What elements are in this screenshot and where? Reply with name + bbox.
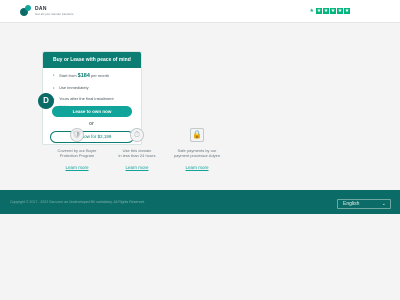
trustpilot-star-icon: ★ — [309, 7, 314, 14]
feature-safe-payments: 🔒 Safe payments by our payment processor … — [162, 128, 232, 170]
monthly-price: $184 — [77, 73, 90, 79]
site-header: DAN Get all your domain transfers ★ ★ ★ ★ ★… — [0, 0, 400, 23]
trustpilot-rating[interactable]: ★ ★ ★ ★ ★ ★ — [310, 8, 350, 14]
or-separator: or — [89, 121, 94, 127]
support-avatar[interactable]: D — [38, 93, 54, 109]
trust-stars: ★ ★ ★ ★ ★ — [316, 8, 350, 14]
language-label: English — [343, 201, 360, 207]
brand-tagline: Get all your domain transfers — [35, 11, 74, 16]
language-select[interactable]: English ⌄ — [337, 199, 391, 209]
bullet-yours-after: Yours after the final installment — [53, 97, 141, 103]
brand-name: DAN — [35, 5, 47, 12]
lease-to-own-button[interactable]: Lease to own now — [52, 106, 132, 117]
clock-icon: ⏱ — [130, 128, 144, 142]
brand-logo[interactable]: DAN Get all your domain transfers — [20, 5, 74, 17]
offer-bullets: Start from $184 per month Use immediatel… — [43, 68, 141, 102]
offer-title: Buy or Lease with peace of mind — [43, 52, 141, 68]
copyright-text: Copyright © 2017 - 2022 Dan.com an Undev… — [10, 200, 146, 204]
chevron-down-icon: ⌄ — [381, 201, 386, 207]
bullet-use-immediately: Use immediately — [53, 85, 141, 91]
bullet-price: Start from $184 per month — [53, 73, 141, 79]
learn-more-link[interactable]: Learn more — [162, 165, 232, 170]
features-row: 🛡 Covered by our Buyer Protection Program… — [42, 128, 252, 178]
shield-icon: 🛡 — [70, 128, 84, 142]
lock-icon: 🔒 — [190, 128, 204, 142]
dan-logo-icon — [20, 5, 32, 17]
feature-text: Safe payments by our payment processor Ad… — [173, 148, 221, 159]
